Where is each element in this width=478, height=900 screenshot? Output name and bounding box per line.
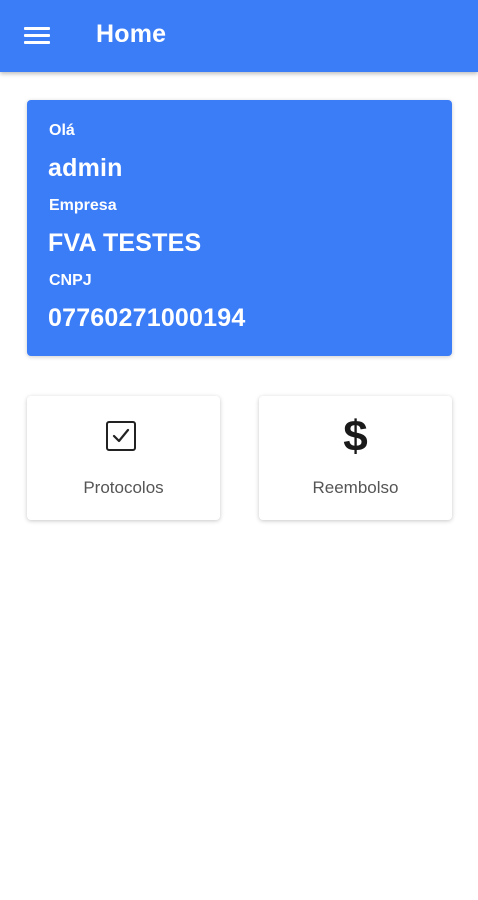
menu-icon-line bbox=[24, 27, 50, 30]
app-bar: Home bbox=[0, 0, 478, 72]
dollar-icon: $ bbox=[343, 412, 368, 461]
menu-icon-line bbox=[24, 34, 50, 37]
menu-icon-line bbox=[24, 41, 50, 44]
greeting-label: Olá bbox=[49, 122, 75, 139]
user-info-card: Olá admin Empresa FVA TESTES CNPJ 077602… bbox=[27, 100, 452, 356]
menu-icon[interactable] bbox=[24, 25, 50, 47]
reembolso-tile[interactable]: $ Reembolso bbox=[259, 396, 452, 520]
protocolos-tile[interactable]: Protocolos bbox=[27, 396, 220, 520]
cnpj-value: 07760271000194 bbox=[48, 304, 246, 332]
cnpj-label: CNPJ bbox=[49, 272, 92, 289]
reembolso-label: Reembolso bbox=[312, 478, 399, 497]
page-title: Home bbox=[96, 20, 167, 48]
checkbox-icon bbox=[106, 421, 136, 451]
company-name-value: FVA TESTES bbox=[48, 229, 202, 257]
company-label: Empresa bbox=[49, 197, 117, 214]
protocolos-label: Protocolos bbox=[83, 478, 164, 497]
username-value: admin bbox=[48, 154, 123, 182]
app-screen: Home Olá admin Empresa FVA TESTES CNPJ 0… bbox=[0, 0, 478, 900]
checkmark-glyph bbox=[112, 428, 130, 443]
